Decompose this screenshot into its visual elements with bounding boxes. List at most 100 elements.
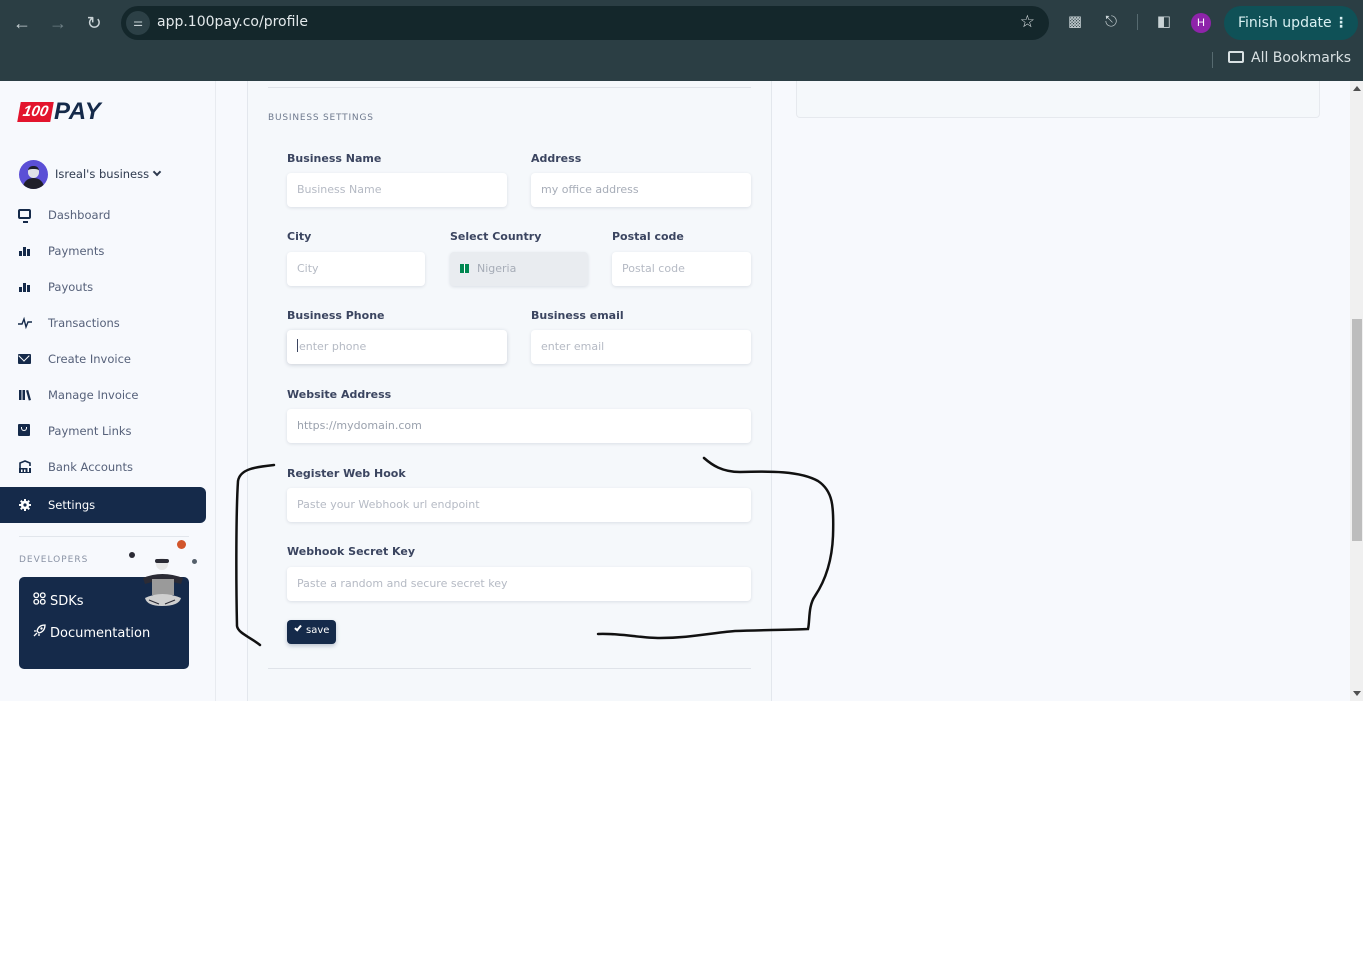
sidebar-item-settings[interactable]: Settings [0,487,206,523]
postal-code-label: Postal code [612,230,684,243]
reload-button[interactable]: ↻ [81,10,107,36]
business-name-label: Business Name [287,152,382,165]
save-button[interactable]: save [287,620,336,644]
address-bar[interactable]: ⚌ app.100pay.co/profile ☆ [121,6,1049,40]
website-input[interactable]: https://mydomain.com [287,409,751,443]
webhook-url-input[interactable]: Paste your Webhook url endpoint [287,488,751,522]
profile-avatar[interactable]: H [1191,13,1211,33]
bank-icon [18,460,32,474]
business-name-placeholder: Business Name [297,183,382,196]
business-phone-input[interactable]: enter phone [287,330,507,364]
website-placeholder: https://mydomain.com [297,419,422,432]
section-divider-bottom [268,668,751,669]
sidebar-item-create-invoice[interactable]: Create Invoice [0,341,206,377]
sidebar-item-label: Manage Invoice [48,388,139,402]
documentation-link[interactable]: Documentation [33,624,150,641]
scroll-down-arrow-icon[interactable] [1353,691,1361,696]
business-email-label: Business email [531,309,624,322]
sidebar-item-manage-invoice[interactable]: Manage Invoice [0,377,206,413]
webhook-secret-label: Webhook Secret Key [287,545,416,558]
address-input[interactable]: my office address [531,173,751,207]
finish-update-label: Finish update [1238,15,1332,31]
bookmark-star-icon[interactable]: ☆ [1020,12,1035,32]
postal-code-input[interactable]: Postal code [612,252,751,286]
business-phone-label: Business Phone [287,309,385,322]
city-label: City [287,230,312,243]
business-name: Isreal's business [55,167,150,181]
sidebar-item-label: Transactions [48,316,120,330]
documentation-label: Documentation [50,626,151,641]
logo[interactable]: 100 PAY [17,98,101,125]
city-input[interactable]: City [287,252,425,286]
business-email-placeholder: enter email [541,340,605,353]
library-icon [18,388,32,402]
logo-badge: 100 [17,102,54,122]
sidebar-item-payouts[interactable]: Payouts [0,269,206,305]
inbox-icon [18,424,30,436]
decor-dot-orange [177,540,186,549]
site-info-icon[interactable]: ⚌ [126,11,150,35]
folder-icon [1228,51,1244,63]
sidebar-item-transactions[interactable]: Transactions [0,305,206,341]
puzzle-extensions-icon[interactable]: ⎋ [1101,12,1121,32]
website-label: Website Address [287,388,392,401]
extension-icon[interactable]: ▩ [1065,12,1085,32]
webhook-secret-placeholder: Paste a random and secure secret key [297,577,508,590]
finish-update-button[interactable]: Finish update ⋮ [1224,6,1358,40]
logo-text: PAY [54,98,102,125]
page-viewport: 100 PAY Isreal's business Dashboard Payme… [0,81,1363,701]
section-title: BUSINESS SETTINGS [268,113,374,123]
side-panel-icon[interactable]: ◧ [1154,12,1174,32]
sidebar-item-payments[interactable]: Payments [0,233,206,269]
sidebar-item-payment-links[interactable]: Payment Links [0,413,206,449]
url-text[interactable]: app.100pay.co/profile [157,14,308,30]
address-placeholder: my office address [541,183,639,196]
activity-icon [18,316,32,330]
developers-heading: DEVELOPERS [19,555,89,565]
sidebar-item-label: Payment Links [48,424,132,438]
sidebar-item-bank-accounts[interactable]: Bank Accounts [0,449,206,485]
sdks-link[interactable]: SDKs [33,592,84,609]
address-label: Address [531,152,582,165]
bar-chart-icon [18,280,32,294]
gear-icon [18,498,32,512]
business-email-input[interactable]: enter email [531,330,751,364]
sdk-icon [33,592,47,608]
text-caret [297,339,298,352]
webhook-url-label: Register Web Hook [287,467,406,480]
avatar [19,160,48,189]
business-name-input[interactable]: Business Name [287,173,507,207]
postal-code-placeholder: Postal code [622,262,685,275]
developer-illustration [125,536,205,616]
scroll-up-arrow-icon[interactable] [1353,86,1361,91]
envelope-icon [18,354,31,364]
person-with-laptop-icon [143,558,183,606]
business-phone-placeholder: enter phone [299,340,367,353]
country-select[interactable]: Nigeria [450,252,588,286]
forward-button[interactable]: → [45,10,71,36]
bookmark-separator [1212,52,1213,68]
toolbar-separator [1137,14,1138,30]
sidebar-item-dashboard[interactable]: Dashboard [0,197,206,233]
country-label: Select Country [450,230,542,243]
back-button[interactable]: ← [9,10,35,36]
sidebar-item-label: Dashboard [48,208,111,222]
right-panel-card [796,81,1320,118]
sidebar-item-label: Bank Accounts [48,460,133,474]
sidebar-item-label: Payouts [48,280,94,294]
browser-toolbar: ← → ↻ ⚌ app.100pay.co/profile ☆ ▩ ⎋ ◧ H … [0,0,1363,81]
nigeria-flag-icon [460,253,473,273]
chevron-down-icon [152,167,162,177]
page-scrollbar[interactable] [1350,81,1363,701]
rocket-icon [33,624,47,640]
scrollbar-thumb[interactable] [1352,319,1362,541]
sdks-label: SDKs [50,594,84,609]
all-bookmarks-button[interactable]: All Bookmarks [1228,50,1351,66]
city-placeholder: City [297,262,319,275]
webhook-secret-input[interactable]: Paste a random and secure secret key [287,567,751,601]
sidebar-item-label: Settings [48,498,96,512]
kebab-menu-icon[interactable]: ⋮ [1334,6,1348,40]
sidebar-item-label: Payments [48,244,105,258]
check-icon [294,623,302,632]
sidebar-item-label: Create Invoice [48,352,131,366]
